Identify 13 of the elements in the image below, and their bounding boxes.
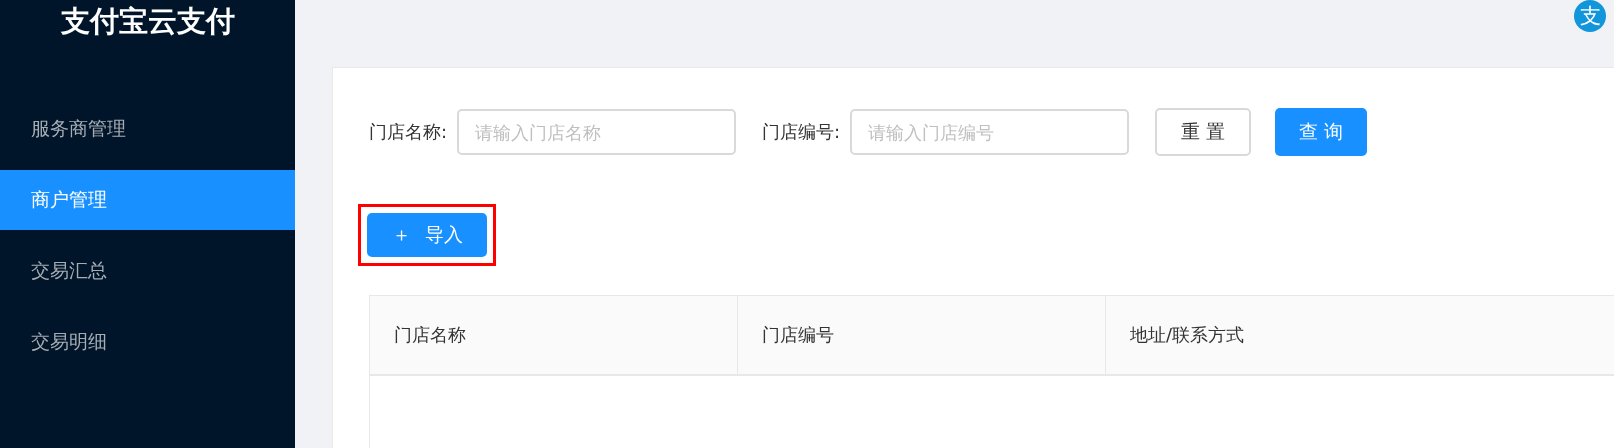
sidebar-item[interactable]: 交易明细 bbox=[0, 312, 295, 372]
column-header: 门店名称 bbox=[370, 296, 738, 374]
field-label: 门店编号: bbox=[762, 120, 841, 144]
sidebar-item[interactable]: 服务商管理 bbox=[0, 99, 295, 159]
sidebar-item[interactable]: 交易汇总 bbox=[0, 241, 295, 301]
input-field[interactable]: 请输入门店名称 bbox=[457, 109, 737, 155]
column-header: 门店编号 bbox=[738, 296, 1106, 374]
input-field[interactable]: 请输入门店编号 bbox=[850, 109, 1130, 155]
column-header: 地址/联系方式 bbox=[1129, 323, 1246, 347]
reset-button[interactable]: 重 置 bbox=[1155, 108, 1252, 156]
app-title: 支付宝云支付 bbox=[59, 3, 236, 40]
field-label: 门店名称: bbox=[369, 120, 448, 144]
logo-icon: 支 bbox=[1574, 0, 1606, 32]
